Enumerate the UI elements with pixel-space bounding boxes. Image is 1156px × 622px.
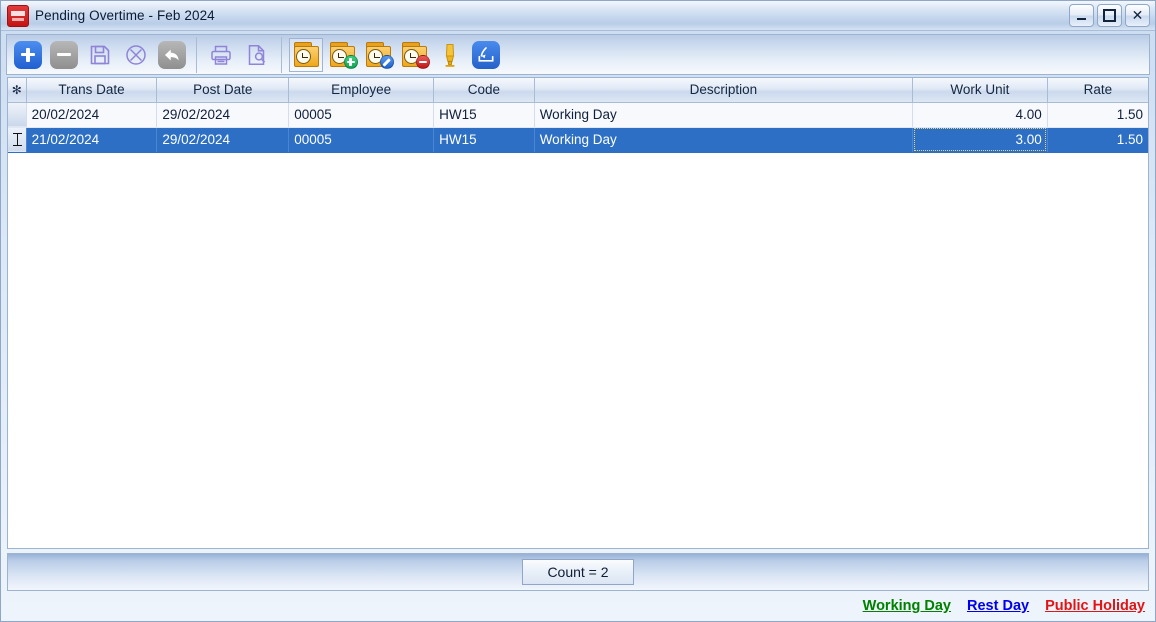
- legend-rest-day[interactable]: Rest Day: [967, 598, 1029, 614]
- ibeam-cursor-icon: [13, 132, 22, 147]
- cell-work-unit[interactable]: 3.00: [913, 127, 1048, 152]
- toolbar: [6, 34, 1150, 75]
- add-button[interactable]: [11, 38, 45, 72]
- legend-rest-day-text: est Day: [977, 598, 1029, 614]
- highlighter-pen-icon: [438, 42, 462, 68]
- overtime-add-button[interactable]: [325, 38, 359, 72]
- cell-rate[interactable]: 1.50: [1047, 102, 1148, 127]
- cell-employee[interactable]: 00005: [289, 102, 434, 127]
- cell-trans-date[interactable]: 20/02/2024: [26, 102, 157, 127]
- column-header-code[interactable]: Code: [434, 78, 535, 102]
- clock-folder-edit-icon: [365, 42, 392, 67]
- status-bar: Count = 2: [7, 553, 1149, 591]
- column-header-indicator[interactable]: ✻: [8, 78, 26, 102]
- column-header-description[interactable]: Description: [534, 78, 912, 102]
- row-indicator[interactable]: [8, 102, 26, 127]
- window-title: Pending Overtime - Feb 2024: [35, 8, 215, 23]
- document-search-icon: [245, 43, 269, 67]
- record-count-box: Count = 2: [522, 559, 634, 585]
- cell-post-date[interactable]: 29/02/2024: [157, 127, 289, 152]
- overtime-edit-button[interactable]: [361, 38, 395, 72]
- cancel-button[interactable]: [119, 38, 153, 72]
- cell-work-unit[interactable]: 4.00: [913, 102, 1048, 127]
- clock-folder-plus-icon: [329, 42, 356, 67]
- column-header-employee[interactable]: Employee: [289, 78, 434, 102]
- grid-table: ✻ Trans Date Post Date Employee Code Des…: [8, 78, 1148, 153]
- window-controls: ✕: [1069, 4, 1150, 27]
- legend-working-day-accel: W: [863, 598, 876, 614]
- cell-employee[interactable]: 00005: [289, 127, 434, 152]
- cell-description[interactable]: Working Day: [534, 127, 912, 152]
- floppy-disk-icon: [88, 43, 112, 67]
- maximize-button[interactable]: [1097, 4, 1122, 27]
- undo-button[interactable]: [155, 38, 189, 72]
- print-button[interactable]: [204, 38, 238, 72]
- overtime-delete-button[interactable]: [397, 38, 431, 72]
- toolbar-separator-1: [196, 37, 197, 73]
- legend-public-holiday-text: ublic Holiday: [1055, 598, 1145, 614]
- legend-rest-day-accel: R: [967, 598, 977, 614]
- legend-public-holiday-accel: P: [1045, 598, 1055, 614]
- minimize-button[interactable]: [1069, 4, 1094, 27]
- clock-folder-icon: [293, 42, 320, 67]
- grid-container: ✻ Trans Date Post Date Employee Code Des…: [1, 77, 1155, 549]
- save-button[interactable]: [83, 38, 117, 72]
- toolbar-container: [1, 31, 1155, 77]
- row-indicator[interactable]: [8, 127, 26, 152]
- legend-public-holiday[interactable]: Public Holiday: [1045, 598, 1145, 614]
- column-header-post-date[interactable]: Post Date: [157, 78, 289, 102]
- import-button[interactable]: [469, 38, 503, 72]
- minimize-icon: [1077, 18, 1086, 20]
- overtime-list-button[interactable]: [289, 38, 323, 72]
- data-grid[interactable]: ✻ Trans Date Post Date Employee Code Des…: [7, 77, 1149, 549]
- highlighter-button[interactable]: [433, 38, 467, 72]
- clock-folder-minus-icon: [401, 42, 428, 67]
- application-window: Pending Overtime - Feb 2024 ✕: [0, 0, 1156, 622]
- table-row[interactable]: 20/02/2024 29/02/2024 00005 HW15 Working…: [8, 102, 1148, 127]
- column-header-work-unit[interactable]: Work Unit: [913, 78, 1048, 102]
- close-icon: ✕: [1132, 9, 1144, 23]
- minus-icon: [50, 41, 78, 69]
- cell-rate[interactable]: 1.50: [1047, 127, 1148, 152]
- column-header-trans-date[interactable]: Trans Date: [26, 78, 157, 102]
- cell-code[interactable]: HW15: [434, 127, 535, 152]
- title-bar: Pending Overtime - Feb 2024 ✕: [1, 1, 1155, 31]
- import-tray-icon: [472, 41, 500, 69]
- undo-arrow-icon: [158, 41, 186, 69]
- cell-description[interactable]: Working Day: [534, 102, 912, 127]
- status-bar-container: Count = 2: [1, 549, 1155, 591]
- column-header-rate[interactable]: Rate: [1047, 78, 1148, 102]
- cell-trans-date[interactable]: 21/02/2024: [26, 127, 157, 152]
- close-button[interactable]: ✕: [1125, 4, 1150, 27]
- legend-working-day[interactable]: Working Day: [863, 598, 951, 614]
- circle-x-icon: [124, 43, 148, 67]
- legend-bar: Working Day Rest Day Public Holiday: [1, 591, 1155, 621]
- plus-icon: [14, 41, 42, 69]
- cell-post-date[interactable]: 29/02/2024: [157, 102, 289, 127]
- table-row[interactable]: 21/02/2024 29/02/2024 00005 HW15 Working…: [8, 127, 1148, 152]
- grid-header-row: ✻ Trans Date Post Date Employee Code Des…: [8, 78, 1148, 102]
- toolbar-separator-2: [281, 37, 282, 73]
- cell-code[interactable]: HW15: [434, 102, 535, 127]
- print-preview-button[interactable]: [240, 38, 274, 72]
- grid-empty-area: [8, 153, 1148, 549]
- delete-button[interactable]: [47, 38, 81, 72]
- legend-working-day-text: orking Day: [876, 598, 951, 614]
- maximize-icon: [1103, 9, 1116, 22]
- printer-icon: [209, 43, 233, 67]
- app-logo-icon: [7, 5, 29, 27]
